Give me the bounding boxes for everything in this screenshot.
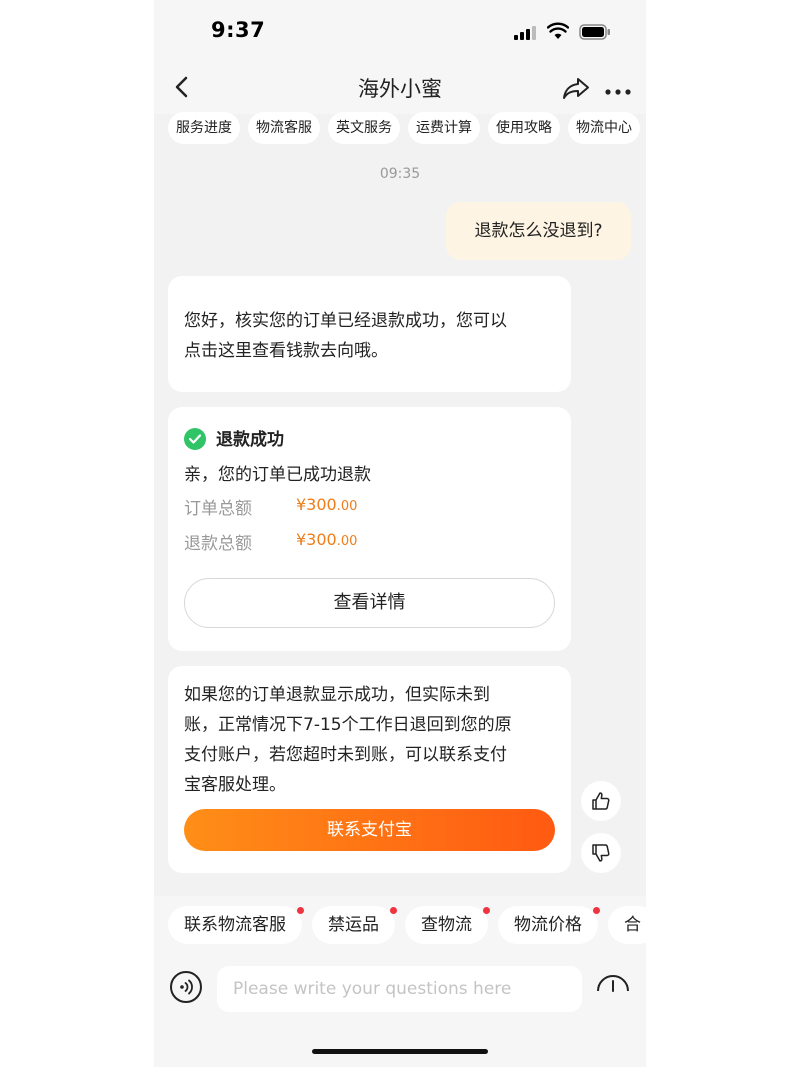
phone-screen: 9:37 海外小蜜 服务进度 物流客服 英文服务 运费计算 使用攻略 物流中心 09:35… bbox=[154, 0, 646, 1067]
signal-icon bbox=[514, 26, 538, 40]
chat-timestamp: 09:35 bbox=[379, 166, 421, 182]
refund-card: 退款成功 亲，您的订单已成功退款 订单总额 ¥300.00 退款总额 ¥300.… bbox=[168, 407, 571, 651]
thumbs-up-icon[interactable] bbox=[581, 781, 621, 821]
bottom-input-area: 联系物流客服 禁运品 查物流 物流价格合 bbox=[154, 896, 646, 1067]
quick-reply-track-logistics[interactable]: 查物流 bbox=[405, 906, 490, 944]
thumbs-down-icon[interactable] bbox=[581, 833, 621, 873]
quick-reply-prohibited-items[interactable]: 禁运品 bbox=[312, 906, 397, 944]
refund-title: 退款成功 bbox=[216, 430, 284, 450]
refund-total-label: 退款总额 bbox=[184, 534, 252, 554]
voice-icon[interactable] bbox=[170, 971, 202, 1003]
bot-message-2-line: 支付账户，若您超时未到账，可以联系支付 bbox=[184, 745, 507, 765]
bot-message-1-line: 您好，核实您的订单已经退款成功，您可以 bbox=[184, 311, 507, 331]
chip-english-service[interactable]: 英文服务 bbox=[328, 112, 400, 144]
check-circle-icon bbox=[184, 428, 206, 450]
refund-total-row: 退款总额 ¥300.00 bbox=[184, 529, 357, 554]
question-input[interactable] bbox=[217, 966, 582, 1012]
order-total-label: 订单总额 bbox=[184, 499, 252, 519]
quick-reply-more[interactable]: 合 bbox=[608, 906, 646, 944]
quick-reply-logistics-price[interactable]: 物流价格 bbox=[498, 906, 600, 944]
share-icon[interactable] bbox=[560, 72, 592, 104]
chip-freight-calc[interactable]: 运费计算 bbox=[408, 112, 480, 144]
chip-service-progress[interactable]: 服务进度 bbox=[168, 112, 240, 144]
bot-message-1-line: 点击这里查看钱款去向哦。 bbox=[184, 341, 388, 361]
chip-guide[interactable]: 使用攻略 bbox=[488, 112, 560, 144]
notification-dot bbox=[297, 907, 304, 914]
bot-message-1: 您好，核实您的订单已经退款成功，您可以 点击这里查看钱款去向哦。 bbox=[168, 276, 571, 392]
user-message: 退款怎么没退到? bbox=[446, 202, 631, 260]
top-chip-bar: 服务进度 物流客服 英文服务 运费计算 使用攻略 物流中心 bbox=[168, 112, 646, 144]
bot-message-2-line: 如果您的订单退款显示成功，但实际未到 bbox=[184, 685, 490, 705]
notification-dot bbox=[483, 907, 490, 914]
quick-replies: 联系物流客服 禁运品 查物流 物流价格合 bbox=[168, 906, 646, 944]
chip-logistics-service[interactable]: 物流客服 bbox=[248, 112, 320, 144]
quick-reply-logistics-service[interactable]: 联系物流客服 bbox=[168, 906, 304, 944]
status-time: 9:37 bbox=[211, 18, 266, 42]
contact-alipay-button[interactable]: 联系支付宝 bbox=[184, 809, 555, 851]
bot-message-2: 如果您的订单退款显示成功，但实际未到 账，正常情况下7-15个工作日退回到您的原… bbox=[168, 666, 571, 873]
notification-dot bbox=[390, 907, 397, 914]
top-bar: 9:37 海外小蜜 服务进度 物流客服 英文服务 运费计算 使用攻略 物流中心 bbox=[154, 0, 646, 144]
more-icon[interactable] bbox=[603, 82, 633, 95]
view-details-button[interactable]: 查看详情 bbox=[184, 578, 555, 628]
bot-message-2-line: 宝客服处理。 bbox=[184, 775, 286, 795]
battery-icon bbox=[579, 24, 611, 40]
bot-message-2-line: 账，正常情况下7-15个工作日退回到您的原 bbox=[184, 715, 512, 735]
refund-subtitle: 亲，您的订单已成功退款 bbox=[184, 465, 371, 485]
home-indicator bbox=[312, 1049, 488, 1054]
order-total-value: ¥300.00 bbox=[296, 495, 358, 514]
notification-dot bbox=[593, 907, 600, 914]
refund-total-value: ¥300.00 bbox=[296, 530, 358, 549]
gauge-icon[interactable] bbox=[596, 971, 630, 993]
chip-logistics-center[interactable]: 物流中心 bbox=[568, 112, 640, 144]
wifi-icon bbox=[546, 22, 570, 40]
order-total-row: 订单总额 ¥300.00 bbox=[184, 494, 357, 519]
